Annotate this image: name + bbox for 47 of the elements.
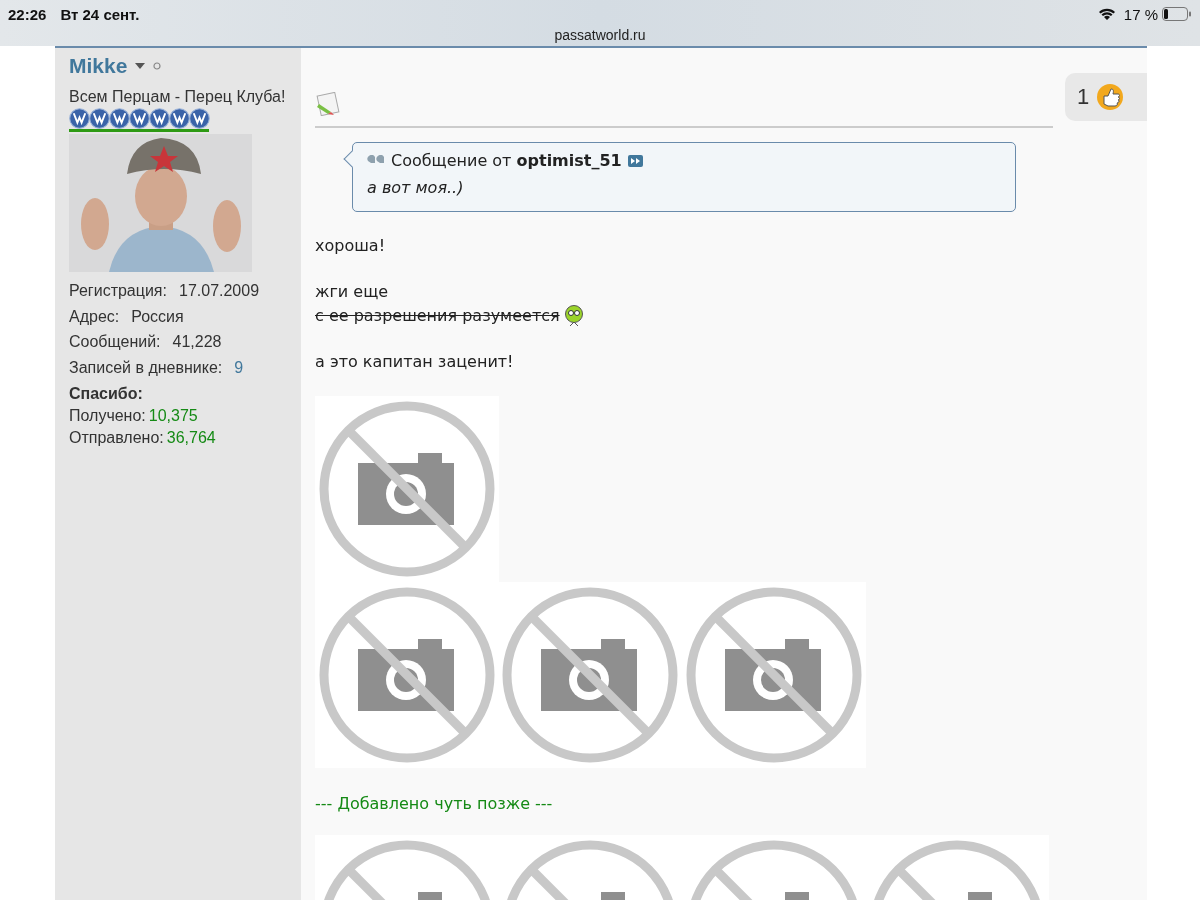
image-unavailable-icon — [317, 586, 496, 764]
vw-logo-icon — [189, 108, 210, 129]
struck-text: с ее разрешения разумеется — [315, 305, 560, 327]
post-text: а это капитан заценит! — [315, 352, 514, 371]
stat-value: 41,228 — [172, 332, 222, 352]
address-text[interactable]: passatworld.ru — [554, 27, 646, 43]
stat-label: Записей в дневнике: — [69, 357, 223, 378]
image-unavailable-icon — [501, 586, 680, 764]
dropdown-caret-icon[interactable] — [135, 63, 146, 69]
stat-value: 10,375 — [148, 406, 198, 426]
battery-percent: 17 % — [1123, 5, 1158, 23]
stat-label: Получено: — [69, 406, 146, 426]
post-text: жги еще — [315, 282, 389, 301]
added-later-note: --- Добавлено чуть позже --- — [315, 794, 554, 813]
vw-logo-icon — [89, 108, 110, 129]
offline-status-icon — [153, 62, 162, 70]
user-title: Всем Перцам - Перец Клуба! — [69, 88, 287, 106]
clock: 22:26 — [8, 5, 47, 23]
vw-logo-icon — [109, 108, 130, 129]
stat-label: Отправлено: — [69, 428, 164, 448]
view-post-icon[interactable] — [627, 154, 643, 167]
thanks-heading: Спасибо: — [69, 384, 144, 404]
post-text: хороша! — [315, 236, 386, 255]
image-unavailable-icon — [684, 586, 863, 764]
smiley-icon — [563, 305, 584, 327]
stat-value: Россия — [131, 306, 184, 327]
diary-link[interactable]: 9 — [234, 354, 244, 380]
vw-logo-icon — [169, 108, 190, 129]
username-link[interactable]: Mikke — [69, 54, 128, 78]
stat-value: 36,764 — [166, 428, 216, 448]
vw-logo-icon — [69, 108, 90, 129]
stat-value: 17.07.2009 — [179, 281, 260, 301]
thanks-counter[interactable]: 1 — [1065, 73, 1147, 121]
vw-logo-icon — [149, 108, 170, 129]
stat-label: Адрес: — [69, 306, 120, 327]
wifi-icon — [1097, 7, 1116, 21]
thanks-count: 1 — [1077, 84, 1090, 110]
date: Вт 24 сент. — [60, 5, 140, 23]
stat-label: Регистрация: — [69, 281, 167, 301]
quote-attribution: Сообщение от optimist_51 — [391, 151, 622, 170]
quote-text: а вот моя..) — [367, 178, 465, 197]
stat-label: Сообщений: — [69, 332, 161, 352]
image-unavailable-icon — [317, 400, 496, 578]
vw-logo-icon — [129, 108, 150, 129]
battery-icon — [1162, 7, 1192, 21]
note-pencil-icon — [315, 92, 341, 116]
thumbs-up-icon — [1095, 82, 1126, 112]
